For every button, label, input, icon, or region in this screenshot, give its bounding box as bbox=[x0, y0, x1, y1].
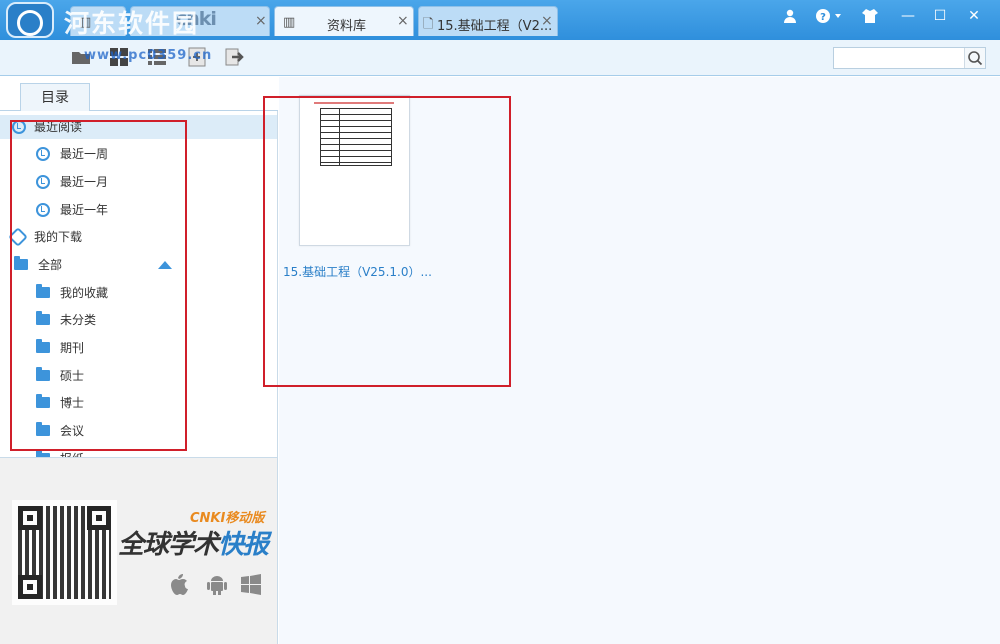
app-logo-icon[interactable] bbox=[6, 2, 54, 38]
library-icon: ▥ bbox=[283, 15, 296, 30]
document-title[interactable]: 15.基础工程（V25.1.0）... bbox=[283, 263, 432, 280]
tree-item-recent-month[interactable]: 最近一月 bbox=[0, 170, 277, 194]
tree-item-label: 最近一月 bbox=[60, 175, 109, 189]
tab-label: 15.基础工程（V2... bbox=[437, 19, 553, 34]
document-area: 15.基础工程（V25.1.0）... bbox=[279, 77, 1000, 644]
tree-item-conference[interactable]: 会议 bbox=[0, 419, 277, 443]
tree-item-label: 期刊 bbox=[60, 341, 85, 355]
qr-corner bbox=[18, 506, 42, 530]
tree-item-journal[interactable]: 期刊 bbox=[0, 336, 277, 360]
qr-code bbox=[12, 500, 117, 605]
clock-icon bbox=[12, 120, 26, 134]
watermark: 河东软件园 bbox=[64, 9, 200, 38]
folder-icon bbox=[36, 284, 50, 298]
tree-item-uncategorized[interactable]: 未分类 bbox=[0, 308, 277, 332]
document-thumbnail[interactable] bbox=[299, 95, 410, 246]
help-icon[interactable]: ? bbox=[810, 4, 850, 28]
tree-item-favorites[interactable]: 我的收藏 bbox=[0, 281, 277, 305]
close-button[interactable]: ✕ bbox=[960, 4, 988, 28]
tree-item-label: 硕士 bbox=[60, 369, 85, 383]
tree-item-label: 最近一周 bbox=[60, 147, 109, 161]
tree-item-masters[interactable]: 硕士 bbox=[0, 364, 277, 388]
user-icon[interactable] bbox=[776, 4, 804, 28]
tree-item-recent-year[interactable]: 最近一年 bbox=[0, 198, 277, 222]
thumbnail-table bbox=[320, 108, 392, 166]
folder-icon bbox=[36, 367, 50, 381]
collapse-icon[interactable] bbox=[158, 261, 172, 269]
qr-corner bbox=[18, 575, 42, 599]
sidebar: 目录 最近阅读 最近一周 最近一月 最近一年 我的下载 全部 我的收藏 未分类 … bbox=[0, 77, 278, 644]
watermark-url: www.pc0359.cn bbox=[84, 48, 213, 63]
tree-item-all[interactable]: 全部 bbox=[0, 253, 277, 277]
tree-item-recent-week[interactable]: 最近一周 bbox=[0, 142, 277, 166]
windows-icon[interactable] bbox=[239, 572, 263, 598]
minimize-button[interactable]: — bbox=[894, 4, 922, 28]
tab-close-button[interactable]: × bbox=[541, 13, 553, 29]
tab-close-button[interactable]: × bbox=[397, 13, 409, 29]
svg-text:?: ? bbox=[820, 12, 826, 23]
clock-icon bbox=[36, 203, 50, 217]
catalog-tree: 最近阅读 最近一周 最近一月 最近一年 我的下载 全部 我的收藏 未分类 期刊 … bbox=[0, 111, 277, 457]
tree-item-label: 最近阅读 bbox=[34, 120, 83, 134]
export-icon[interactable] bbox=[224, 46, 246, 68]
tab-catalog[interactable]: 目录 bbox=[20, 83, 90, 112]
promo-title-left: 全球学术 bbox=[118, 530, 219, 560]
tree-item-doctoral[interactable]: 博士 bbox=[0, 391, 277, 415]
title-bar: ▥ × cnki ▥ 资料库 × 🗋 15.基础工程（V2... × 河东软件园… bbox=[0, 0, 1000, 40]
tree-item-label: 博士 bbox=[60, 396, 85, 410]
tree-item-label: 未分类 bbox=[60, 313, 97, 327]
document-icon: 🗋 bbox=[423, 17, 434, 32]
tree-item-downloads[interactable]: 我的下载 bbox=[0, 225, 277, 249]
clock-icon bbox=[36, 175, 50, 189]
android-icon[interactable] bbox=[205, 572, 229, 598]
folder-icon bbox=[36, 339, 50, 353]
folder-icon bbox=[14, 256, 28, 270]
folder-icon bbox=[36, 422, 50, 436]
tree-item-label: 我的下载 bbox=[34, 230, 83, 244]
tab-document[interactable]: 🗋 15.基础工程（V2... × bbox=[418, 6, 558, 36]
promo-title-right: 快报 bbox=[218, 530, 269, 560]
maximize-button[interactable]: ☐ bbox=[926, 4, 954, 28]
tree-item-label: 报纸 bbox=[60, 447, 84, 457]
tree-item-label: 全部 bbox=[38, 258, 63, 272]
qr-corner bbox=[87, 506, 111, 530]
clock-icon bbox=[36, 147, 50, 161]
mobile-promo[interactable]: CNKI移动版 全球学术快报 bbox=[0, 458, 277, 644]
promo-title: 全球学术快报 bbox=[118, 524, 269, 561]
apple-icon[interactable] bbox=[166, 572, 190, 598]
tree-item-newspaper[interactable]: 报纸 bbox=[0, 447, 277, 457]
tree-item-recent[interactable]: 最近阅读 bbox=[0, 115, 277, 139]
folder-icon bbox=[36, 311, 50, 325]
folder-icon bbox=[36, 394, 50, 408]
tab-library[interactable]: ▥ 资料库 × bbox=[274, 6, 414, 36]
thumbnail-header-line bbox=[314, 102, 394, 104]
tab-close-button[interactable]: × bbox=[255, 13, 267, 29]
tree-item-label: 会议 bbox=[60, 424, 85, 438]
search-button[interactable] bbox=[964, 48, 985, 68]
download-icon bbox=[8, 227, 28, 247]
search-icon bbox=[968, 51, 983, 66]
tree-item-label: 我的收藏 bbox=[60, 286, 109, 300]
tree-item-label: 最近一年 bbox=[60, 203, 109, 217]
tab-label: 资料库 bbox=[327, 19, 367, 34]
sidebar-tab-strip: 目录 bbox=[0, 77, 278, 112]
skin-icon[interactable] bbox=[856, 4, 884, 28]
